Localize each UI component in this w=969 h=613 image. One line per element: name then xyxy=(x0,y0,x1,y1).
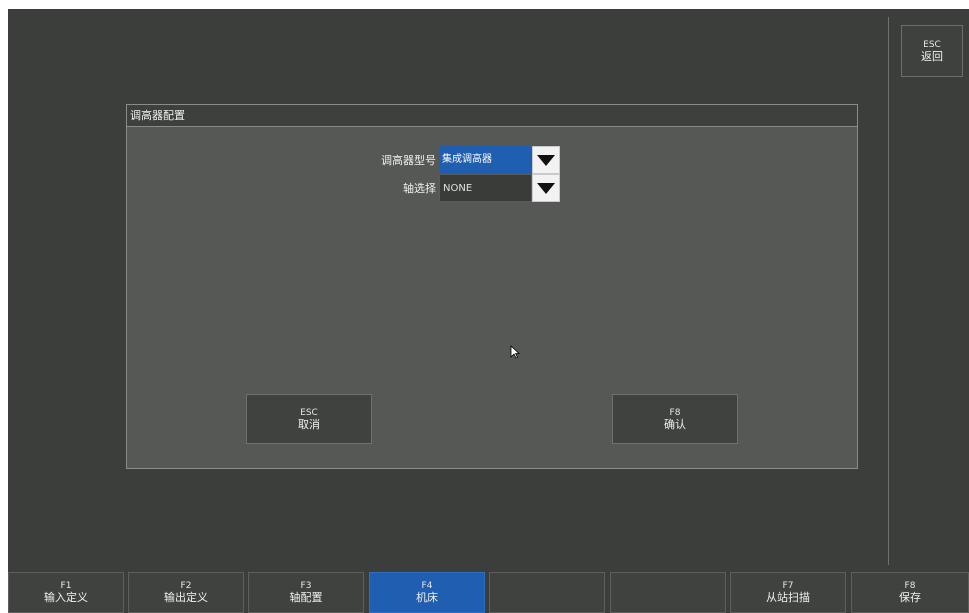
f7-slave-scan-button[interactable]: F7 从站扫描 xyxy=(730,572,846,613)
cancel-key-label: ESC xyxy=(300,407,318,418)
controller-model-label: 调高器型号 xyxy=(381,154,436,167)
height-controller-config-dialog: 调高器配置 调高器型号 集成调高器 轴选择 NONE ESC 取消 F8 确认 xyxy=(126,104,858,469)
f7-label: 从站扫描 xyxy=(766,591,810,604)
f1-label: 输入定义 xyxy=(44,591,88,604)
f3-axis-config-button[interactable]: F3 轴配置 xyxy=(248,572,364,613)
f6-empty-button[interactable] xyxy=(610,572,726,613)
confirm-key-label: F8 xyxy=(669,407,681,418)
cancel-label: 取消 xyxy=(298,417,320,431)
axis-select-label: 轴选择 xyxy=(403,182,436,195)
f1-key-label: F1 xyxy=(60,581,72,591)
f2-output-definition-button[interactable]: F2 输出定义 xyxy=(128,572,244,613)
f1-input-definition-button[interactable]: F1 输入定义 xyxy=(8,572,124,613)
f8-save-button[interactable]: F8 保存 xyxy=(851,572,969,613)
f3-key-label: F3 xyxy=(300,581,312,591)
dropdown-arrow-icon[interactable] xyxy=(532,174,560,202)
dropdown-arrow-icon[interactable] xyxy=(532,146,560,174)
axis-select-value: NONE xyxy=(439,174,532,202)
f2-label: 输出定义 xyxy=(164,591,208,604)
f8-label: 保存 xyxy=(899,591,921,604)
function-key-bar: F1 输入定义 F2 输出定义 F3 轴配置 F4 机床 F7 从站扫描 F8 xyxy=(8,572,969,613)
mouse-pointer-icon xyxy=(510,345,520,359)
axis-select-row: 轴选择 NONE xyxy=(319,174,560,202)
f4-key-label: F4 xyxy=(421,581,433,591)
controller-model-select[interactable]: 集成调高器 xyxy=(439,146,560,174)
f4-label: 机床 xyxy=(416,591,438,604)
back-button[interactable]: ESC 返回 xyxy=(901,25,963,77)
back-key-label: ESC xyxy=(923,39,941,50)
axis-select[interactable]: NONE xyxy=(439,174,560,202)
f5-empty-button[interactable] xyxy=(489,572,605,613)
controller-model-value: 集成调高器 xyxy=(439,146,532,174)
side-panel: ESC 返回 xyxy=(889,9,969,565)
f8-key-label: F8 xyxy=(904,581,916,591)
controller-model-row: 调高器型号 集成调高器 xyxy=(319,146,560,174)
f4-machine-button[interactable]: F4 机床 xyxy=(369,572,485,613)
f7-key-label: F7 xyxy=(782,581,794,591)
back-label: 返回 xyxy=(921,49,943,63)
f3-label: 轴配置 xyxy=(289,591,323,604)
f2-key-label: F2 xyxy=(180,581,192,591)
confirm-label: 确认 xyxy=(664,417,686,431)
dialog-title: 调高器配置 xyxy=(127,105,857,127)
main-area: 调高器配置 调高器型号 集成调高器 轴选择 NONE ESC 取消 F8 确认 xyxy=(8,9,888,565)
cancel-button[interactable]: ESC 取消 xyxy=(246,394,372,444)
screen: 调高器配置 调高器型号 集成调高器 轴选择 NONE ESC 取消 F8 确认 … xyxy=(8,9,969,613)
confirm-button[interactable]: F8 确认 xyxy=(612,394,738,444)
